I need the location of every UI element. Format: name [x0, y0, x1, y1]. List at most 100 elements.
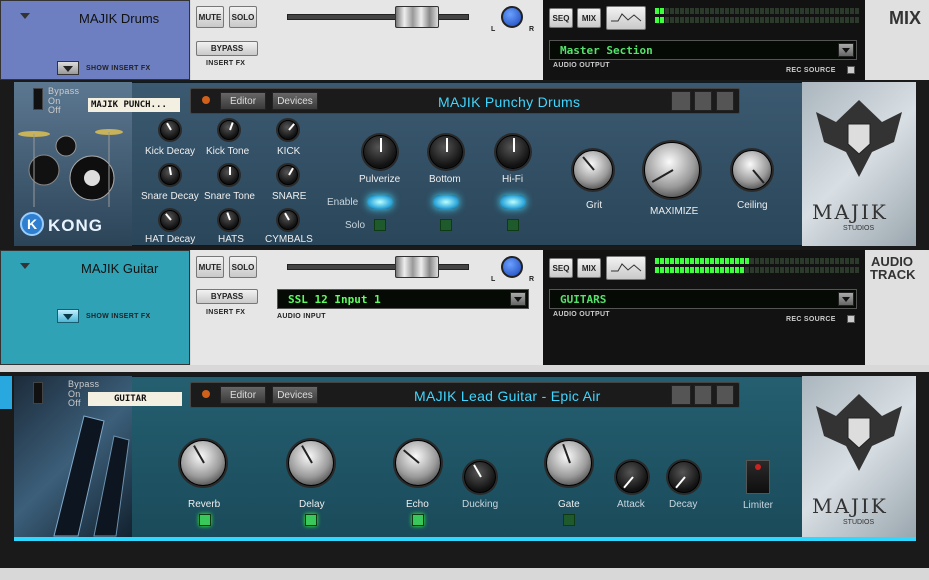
- mute-button[interactable]: MUTE: [196, 6, 224, 28]
- pan-knob[interactable]: [501, 6, 523, 28]
- delay-knob[interactable]: [288, 440, 334, 486]
- maximize-knob[interactable]: [644, 142, 700, 198]
- insert-fx-label: INSERT FX: [206, 309, 246, 316]
- show-insert-fx-button[interactable]: [57, 309, 79, 323]
- preset-updown-icon[interactable]: [671, 91, 691, 111]
- preset-updown-icon[interactable]: [671, 385, 691, 405]
- volume-fader-handle[interactable]: [395, 6, 439, 28]
- audio-output-value: Master Section: [560, 43, 653, 57]
- pan-knob[interactable]: [501, 256, 523, 278]
- bottom-enable-led[interactable]: [433, 195, 459, 209]
- limiter-switch[interactable]: [746, 460, 770, 494]
- kick-tone-knob[interactable]: [219, 120, 239, 140]
- hifi-solo-led[interactable]: [507, 219, 519, 231]
- bottom-solo-led[interactable]: [440, 219, 452, 231]
- cymbals-knob[interactable]: [278, 210, 298, 230]
- bypass-label: Bypass: [68, 379, 100, 389]
- gate-knob[interactable]: [546, 440, 592, 486]
- chevron-down-icon[interactable]: [838, 43, 854, 57]
- editor-button[interactable]: Editor: [220, 92, 266, 110]
- device-tape-label[interactable]: MAJIK PUNCH...: [88, 98, 180, 112]
- echo-knob[interactable]: [395, 440, 441, 486]
- chevron-down-icon[interactable]: [510, 292, 526, 306]
- attack-knob[interactable]: [616, 461, 648, 493]
- kick-decay-knob[interactable]: [160, 120, 180, 140]
- level-meter-r: [655, 17, 859, 23]
- devices-button[interactable]: Devices: [272, 92, 318, 110]
- rec-source-checkbox[interactable]: [847, 315, 855, 323]
- snare-tone-knob[interactable]: [219, 165, 239, 185]
- audio-input-value: SSL 12 Input 1: [288, 292, 381, 306]
- reverb-knob[interactable]: [180, 440, 226, 486]
- echo-led[interactable]: [412, 514, 424, 526]
- hifi-enable-led[interactable]: [500, 195, 526, 209]
- dyn-knob-label: Grit: [586, 200, 603, 211]
- show-insert-fx-button[interactable]: [57, 61, 79, 75]
- kick-knob[interactable]: [278, 120, 298, 140]
- bottom-knob[interactable]: [429, 135, 463, 169]
- bypass-button[interactable]: BYPASS: [196, 289, 258, 304]
- waveform-button[interactable]: [606, 6, 646, 30]
- level-meter: [655, 258, 859, 264]
- pan-right-label: R: [529, 26, 535, 33]
- majik-brand-panel: MAJIK STUDIOS: [802, 82, 916, 246]
- save-icon[interactable]: [716, 91, 734, 111]
- decay-knob[interactable]: [668, 461, 700, 493]
- mute-button[interactable]: MUTE: [196, 256, 224, 278]
- grit-knob[interactable]: [573, 150, 613, 190]
- device-title: MAJIK Punchy Drums: [438, 94, 581, 110]
- knob-label: Kick Decay: [145, 146, 196, 157]
- device-tape-label[interactable]: GUITAR: [88, 392, 182, 406]
- guitar-track-name-panel: MAJIK Guitar SHOW INSERT FX: [0, 250, 190, 365]
- solo-button[interactable]: SOLO: [229, 256, 257, 278]
- ducking-knob[interactable]: [464, 461, 496, 493]
- devices-button[interactable]: Devices: [272, 386, 318, 404]
- solo-button[interactable]: SOLO: [229, 6, 257, 28]
- knob-label: Snare Tone: [204, 191, 255, 202]
- level-meter: [655, 8, 859, 14]
- guitar-device-rack: Bypass On Off GUITAR Editor Devices MAJI…: [0, 365, 929, 580]
- knob-label: Snare Decay: [141, 191, 199, 202]
- pulverize-enable-led[interactable]: [367, 195, 393, 209]
- folder-icon[interactable]: [694, 91, 712, 111]
- pulverize-knob[interactable]: [363, 135, 397, 169]
- collapse-triangle-icon[interactable]: [20, 13, 30, 19]
- mix-button[interactable]: MIX: [577, 8, 601, 28]
- delay-led[interactable]: [305, 514, 317, 526]
- pulverize-solo-led[interactable]: [374, 219, 386, 231]
- reverb-led[interactable]: [199, 514, 211, 526]
- gate-led[interactable]: [563, 514, 575, 526]
- chevron-down-icon[interactable]: [838, 292, 854, 306]
- save-icon[interactable]: [716, 385, 734, 405]
- editor-button[interactable]: Editor: [220, 386, 266, 404]
- waveform-button[interactable]: [606, 256, 646, 280]
- knob-label: SNARE: [272, 191, 307, 202]
- rec-source-checkbox[interactable]: [847, 66, 855, 74]
- fx-knob-label: Hi-Fi: [502, 174, 524, 185]
- audio-input-select[interactable]: SSL 12 Input 1: [277, 289, 529, 309]
- studios-text: STUDIOS: [843, 225, 875, 232]
- snare-knob[interactable]: [278, 165, 298, 185]
- folder-icon[interactable]: [694, 385, 712, 405]
- hats-knob[interactable]: [219, 210, 239, 230]
- track-name[interactable]: MAJIK Drums: [79, 11, 159, 26]
- mix-button[interactable]: MIX: [577, 258, 601, 278]
- seq-button[interactable]: SEQ: [549, 258, 573, 278]
- collapse-triangle-icon[interactable]: [20, 263, 30, 269]
- track-name[interactable]: MAJIK Guitar: [81, 261, 158, 276]
- guitar-knob-label: Gate: [558, 499, 580, 510]
- seq-button[interactable]: SEQ: [549, 8, 573, 28]
- bypass-switch[interactable]: [33, 382, 43, 404]
- knob-label: CYMBALS: [265, 234, 313, 245]
- snare-decay-knob[interactable]: [160, 165, 180, 185]
- ceiling-knob[interactable]: [732, 150, 772, 190]
- audio-output-select[interactable]: GUITARS: [549, 289, 857, 309]
- hat-decay-knob[interactable]: [160, 210, 180, 230]
- device-led-icon: [202, 390, 210, 398]
- hi-fi-knob[interactable]: [496, 135, 530, 169]
- device-led-icon: [202, 96, 210, 104]
- audio-output-select[interactable]: Master Section: [549, 40, 857, 60]
- volume-fader-handle[interactable]: [395, 256, 439, 278]
- bypass-button[interactable]: BYPASS: [196, 41, 258, 56]
- bypass-switch[interactable]: [33, 88, 43, 110]
